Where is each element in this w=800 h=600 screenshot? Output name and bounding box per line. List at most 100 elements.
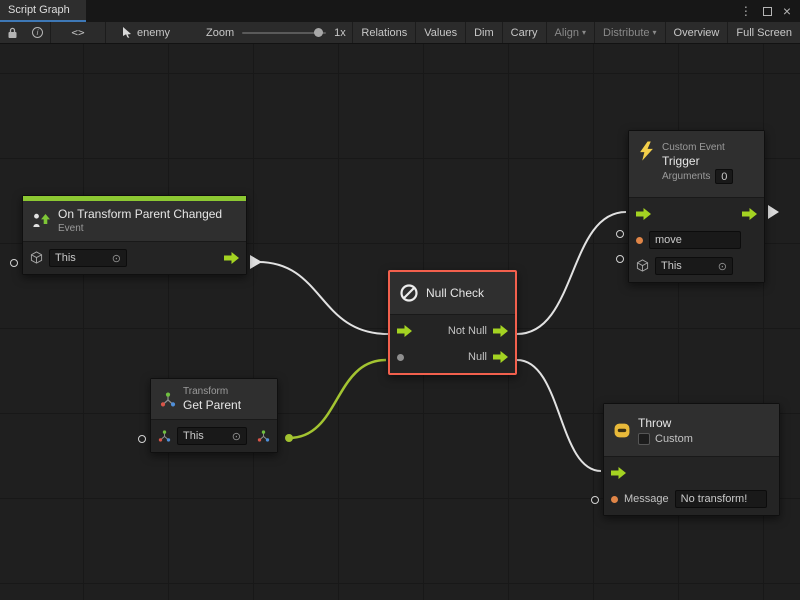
target-field[interactable]: This ⊙ [49, 249, 127, 267]
button-label: Carry [511, 27, 538, 39]
input-port-circle[interactable] [591, 496, 599, 504]
message-field[interactable]: No transform! [675, 490, 767, 508]
button-label: Align [555, 27, 579, 39]
graph-pointer-icon [122, 27, 132, 39]
zoom-slider-knob[interactable] [314, 28, 323, 37]
transform-output-port-icon[interactable] [257, 430, 270, 442]
customevent-output-arrow-icon [768, 205, 779, 219]
gameobject-cube-icon [636, 259, 649, 273]
flow-output-arrow-icon[interactable] [742, 208, 757, 220]
object-picker-icon[interactable]: ⊙ [232, 430, 241, 443]
target-field[interactable]: This ⊙ [177, 427, 247, 445]
node-null-check[interactable]: Null Check Not Null Null [388, 270, 517, 375]
node-category: Transform [183, 385, 241, 398]
wire-getparent-to-nullcheck[interactable] [289, 360, 386, 438]
node-header-text: Throw Custom [638, 416, 693, 445]
lock-icon [7, 27, 18, 39]
info-icon: i [32, 27, 43, 38]
flow-input-arrow-icon[interactable] [611, 467, 626, 479]
throw-icon [613, 422, 631, 439]
wire-null-to-throw[interactable] [517, 360, 601, 471]
button-label: Dim [474, 27, 494, 39]
arguments-value: 0 [721, 171, 727, 183]
toolbar-button-fullscreen[interactable]: Full Screen [728, 22, 800, 43]
flow-input-arrow-icon[interactable] [636, 208, 651, 220]
button-label: Relations [361, 27, 407, 39]
node-throw[interactable]: Throw Custom Message No [603, 403, 780, 516]
graph-canvas[interactable]: On Transform Parent Changed Event This ⊙ [0, 44, 800, 600]
node-subtitle: Event [58, 222, 222, 235]
input-port-circle[interactable] [616, 255, 624, 263]
tab-bar: Script Graph ⋮ × [0, 0, 800, 22]
event-name-value: move [655, 234, 682, 246]
wire-start-arrow-icon [250, 255, 262, 269]
message-label: Message [624, 493, 669, 505]
input-port-circle[interactable] [616, 230, 624, 238]
node-custom-event[interactable]: Custom Event Trigger Arguments 0 [628, 130, 765, 283]
lock-button[interactable] [0, 22, 25, 43]
gameobject-cube-icon [30, 251, 43, 265]
flow-output-arrow-icon[interactable] [224, 252, 239, 264]
node-get-parent[interactable]: Transform Get Parent This ⊙ [150, 378, 278, 453]
message-value: No transform! [681, 493, 748, 505]
toolbar-button-overview[interactable]: Overview [666, 22, 729, 43]
object-picker-icon[interactable]: ⊙ [718, 260, 727, 273]
graph-identity[interactable]: enemy [106, 27, 180, 39]
transform-parent-changed-icon [32, 213, 51, 229]
chevron-down-icon: ▾ [582, 28, 586, 37]
tab-script-graph[interactable]: Script Graph [0, 0, 86, 22]
maximize-icon[interactable] [763, 7, 772, 16]
transform-icon [160, 392, 176, 407]
object-picker-icon[interactable]: ⊙ [112, 252, 121, 265]
node-category: Custom Event [662, 141, 733, 154]
tab-label: Script Graph [8, 4, 70, 16]
node-title: Get Parent [183, 398, 241, 413]
node-on-transform-parent-changed[interactable]: On Transform Parent Changed Event This ⊙ [22, 195, 247, 275]
zoom-control: Zoom 1x [180, 27, 346, 39]
null-check-icon [399, 283, 419, 303]
port-label-not-null: Not Null [448, 325, 487, 337]
info-button[interactable]: i [25, 22, 50, 43]
string-input-port-icon[interactable] [636, 237, 643, 244]
close-icon[interactable]: × [783, 4, 791, 18]
node-header-text: Custom Event Trigger Arguments 0 [662, 141, 733, 184]
toolbar-button-dim[interactable]: Dim [466, 22, 503, 43]
flow-input-arrow-icon[interactable] [397, 325, 412, 337]
node-title: Null Check [426, 286, 484, 301]
value-input-port-icon[interactable] [397, 354, 404, 361]
toolbar-button-align[interactable]: Align▾ [547, 22, 595, 43]
graph-name-label: enemy [137, 27, 170, 39]
node-title: Throw [638, 416, 693, 431]
flow-output-arrow-icon[interactable] [493, 351, 508, 363]
transform-port-icon[interactable] [158, 430, 171, 442]
input-port-circle[interactable] [10, 259, 18, 267]
zoom-value: 1x [334, 27, 346, 39]
window-controls: ⋮ × [740, 0, 800, 22]
input-port-circle[interactable] [138, 435, 146, 443]
graph-toolbar: i <> enemy Zoom 1x Relations Values Dim … [0, 22, 800, 44]
zoom-slider[interactable] [242, 32, 326, 34]
toolbar-buttons: Relations Values Dim Carry Align▾ Distri… [352, 22, 800, 43]
target-value: This [183, 430, 204, 442]
chevron-down-icon: ▾ [653, 28, 657, 37]
node-header-text: On Transform Parent Changed Event [58, 207, 222, 235]
toolbar-button-values[interactable]: Values [416, 22, 466, 43]
custom-event-bolt-icon [638, 141, 655, 161]
wire-event-to-nullcheck[interactable] [258, 262, 388, 334]
custom-checkbox[interactable] [638, 433, 650, 445]
button-label: Full Screen [736, 27, 792, 39]
target-field[interactable]: This ⊙ [655, 257, 733, 275]
kebab-menu-icon[interactable]: ⋮ [740, 5, 752, 17]
event-name-field[interactable]: move [649, 231, 741, 249]
port-label-null: Null [468, 351, 487, 363]
button-label: Distribute [603, 27, 649, 39]
target-value: This [661, 260, 682, 272]
code-view-icon[interactable]: <> [51, 26, 105, 39]
arguments-field[interactable]: 0 [715, 169, 733, 184]
flow-output-arrow-icon[interactable] [493, 325, 508, 337]
toolbar-button-relations[interactable]: Relations [353, 22, 416, 43]
string-input-port-icon[interactable] [611, 496, 618, 503]
toolbar-button-carry[interactable]: Carry [503, 22, 547, 43]
toolbar-button-distribute[interactable]: Distribute ▾ [595, 22, 665, 43]
wire-notnull-to-customevent[interactable] [517, 212, 626, 334]
